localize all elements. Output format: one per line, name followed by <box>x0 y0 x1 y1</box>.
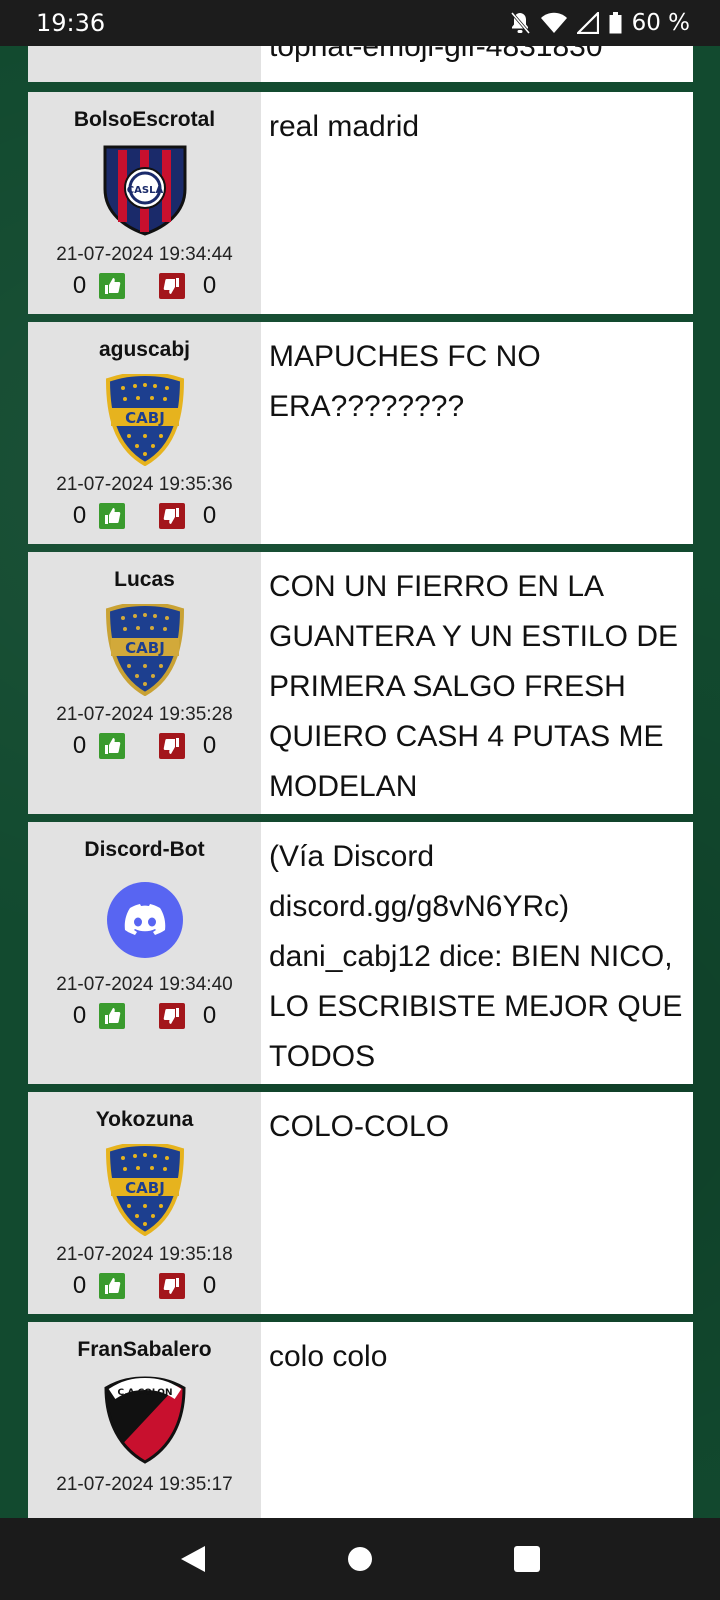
navigation-bar <box>0 1518 720 1600</box>
san-lorenzo-crest-icon: CASLA <box>99 142 191 238</box>
post-text: CON UN FIERRO EN LA GUANTERA Y UN ESTILO… <box>269 570 678 803</box>
thumbs-down-icon[interactable] <box>158 503 185 529</box>
post-text: (Vía Discord discord.gg/g8vN6YRc) dani_c… <box>269 840 683 1073</box>
upvote-count: 0 <box>72 1272 87 1299</box>
svg-text:CABJ: CABJ <box>125 639 165 657</box>
username-link[interactable]: FranSabalero <box>77 1336 211 1364</box>
battery-percent: 60 % <box>631 10 690 36</box>
post-text: MAPUCHES FC NO ERA???????? <box>269 340 541 423</box>
post-author-panel: Yokozuna CABJ 21-07-2024 19:35:18 0 0 <box>28 1092 261 1314</box>
comments-feed[interactable]: tophat-emoji-gif-4831830 BolsoEscrotal C… <box>0 46 720 1518</box>
thumbs-down-icon[interactable] <box>158 1273 185 1299</box>
post-text: COLO-COLO <box>269 1110 450 1143</box>
username-link[interactable]: Lucas <box>114 566 175 594</box>
downvote-count: 0 <box>202 272 217 299</box>
discord-logo-icon <box>99 872 191 968</box>
boca-juniors-crest-icon: CABJ <box>99 372 191 468</box>
thumbs-up-icon[interactable] <box>98 503 125 529</box>
wifi-icon <box>540 12 567 34</box>
status-bar: 19:36 60 % <box>0 0 720 46</box>
battery-icon <box>609 12 622 34</box>
status-icons: 60 % <box>509 10 690 36</box>
post-text: colo colo <box>269 1340 388 1373</box>
post-text: real madrid <box>269 110 420 143</box>
post-author-panel: FranSabalero C.A COLON 21-07-2024 19:35:… <box>28 1322 261 1518</box>
username-link[interactable]: Discord-Bot <box>84 836 204 864</box>
partial-post: tophat-emoji-gif-4831830 <box>28 46 693 82</box>
comment-post: Yokozuna CABJ 21-07-2024 19:35:18 0 0 CO… <box>28 1092 693 1314</box>
downvote-count: 0 <box>202 1002 217 1029</box>
thumbs-down-icon[interactable] <box>158 273 185 299</box>
comment-post: aguscabj CABJ 21-07-2024 19:35:36 0 0 MA… <box>28 322 693 544</box>
boca-juniors-crest-icon: CABJ <box>99 1142 191 1238</box>
post-date: 21-07-2024 19:35:17 <box>56 1474 233 1495</box>
thumbs-up-icon[interactable] <box>98 733 125 759</box>
upvote-count: 0 <box>72 502 87 529</box>
comment-post: BolsoEscrotal CASLA 21-07-2024 19:34:44 … <box>28 92 693 314</box>
status-time: 19:36 <box>36 9 106 37</box>
recents-icon[interactable] <box>507 1539 547 1579</box>
post-author-panel: BolsoEscrotal CASLA 21-07-2024 19:34:44 … <box>28 92 261 314</box>
comment-post: Discord-Bot 21-07-2024 19:34:40 0 0 (Vía… <box>28 822 693 1084</box>
back-icon[interactable] <box>173 1539 213 1579</box>
post-date: 21-07-2024 19:34:44 <box>56 244 233 265</box>
post-author-panel: Discord-Bot 21-07-2024 19:34:40 0 0 <box>28 822 261 1084</box>
downvote-count: 0 <box>202 502 217 529</box>
vote-bar: 0 0 <box>69 272 221 300</box>
signal-icon <box>576 12 599 34</box>
vote-bar: 0 0 <box>69 1272 221 1300</box>
notifications-off-icon <box>509 11 531 35</box>
post-date: 21-07-2024 19:35:36 <box>56 474 233 495</box>
comment-post: Lucas CABJ 21-07-2024 19:35:28 0 0 CON U… <box>28 552 693 814</box>
vote-bar: 0 0 <box>69 732 221 760</box>
thumbs-down-icon[interactable] <box>158 1003 185 1029</box>
boca-juniors-crest-icon: CABJ <box>99 602 191 698</box>
comment-post: FranSabalero C.A COLON 21-07-2024 19:35:… <box>28 1322 693 1518</box>
upvote-count: 0 <box>72 1002 87 1029</box>
svg-text:CABJ: CABJ <box>125 409 165 427</box>
post-date: 21-07-2024 19:35:18 <box>56 1244 233 1265</box>
downvote-count: 0 <box>202 732 217 759</box>
post-date: 21-07-2024 19:35:28 <box>56 704 233 725</box>
vote-bar: 0 0 <box>69 502 221 530</box>
username-link[interactable]: Yokozuna <box>96 1106 194 1134</box>
colon-crest-icon: C.A COLON <box>99 1372 191 1468</box>
svg-text:C.A COLON: C.A COLON <box>117 1388 172 1398</box>
downvote-count: 0 <box>202 1272 217 1299</box>
post-author-panel: Lucas CABJ 21-07-2024 19:35:28 0 0 <box>28 552 261 814</box>
upvote-count: 0 <box>72 272 87 299</box>
upvote-count: 0 <box>72 732 87 759</box>
home-icon[interactable] <box>340 1539 380 1579</box>
vote-bar: 0 0 <box>69 1002 221 1030</box>
username-link[interactable]: aguscabj <box>99 336 190 364</box>
partial-post-text: tophat-emoji-gif-4831830 <box>269 46 603 63</box>
svg-text:CASLA: CASLA <box>126 185 163 196</box>
svg-text:CABJ: CABJ <box>125 1179 165 1197</box>
thumbs-up-icon[interactable] <box>98 273 125 299</box>
post-date: 21-07-2024 19:34:40 <box>56 974 233 995</box>
post-author-panel: aguscabj CABJ 21-07-2024 19:35:36 0 0 <box>28 322 261 544</box>
username-link[interactable]: BolsoEscrotal <box>74 106 215 134</box>
thumbs-down-icon[interactable] <box>158 733 185 759</box>
thumbs-up-icon[interactable] <box>98 1003 125 1029</box>
thumbs-up-icon[interactable] <box>98 1273 125 1299</box>
